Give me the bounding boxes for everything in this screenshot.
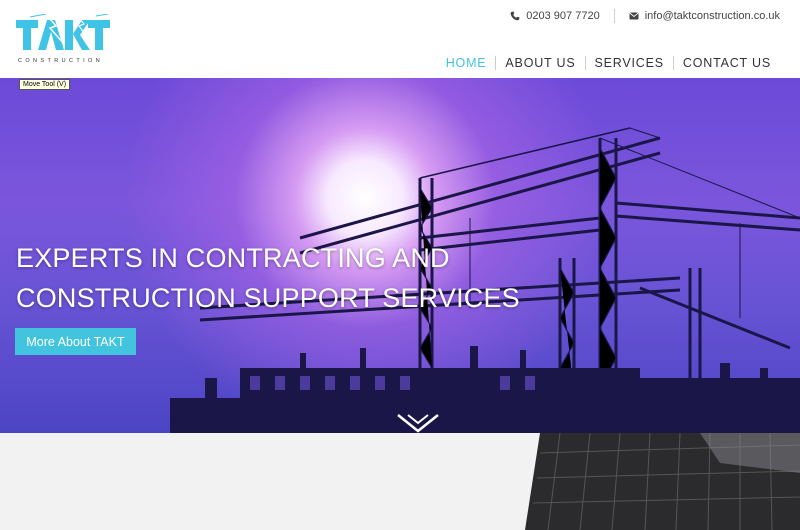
phone-number: 0203 907 7720: [526, 10, 600, 22]
main-nav: HOME ABOUT US SERVICES CONTACT US: [437, 56, 780, 70]
contact-bar: 0203 907 7720 info@taktconstruction.co.u…: [510, 9, 780, 23]
email-contact[interactable]: info@taktconstruction.co.uk: [629, 10, 780, 22]
hero-banner: EXPERTS IN CONTRACTING AND CONSTRUCTION …: [0, 78, 800, 433]
phone-contact[interactable]: 0203 907 7720: [510, 10, 600, 22]
hero-heading-line1: EXPERTS IN CONTRACTING AND: [16, 243, 450, 273]
more-about-takt-button[interactable]: More About TAKT: [15, 328, 136, 355]
nav-item-contact-us[interactable]: CONTACT US: [674, 56, 780, 70]
email-address: info@taktconstruction.co.uk: [644, 10, 780, 22]
hero-heading-line2: CONSTRUCTION SUPPORT SERVICES: [16, 283, 520, 313]
takt-logo[interactable]: CONSTRUCTION: [16, 14, 112, 70]
envelope-icon: [629, 12, 639, 20]
lower-section: [0, 433, 800, 530]
site-header: CONSTRUCTION 0203 907 7720 info@taktcons…: [0, 0, 800, 78]
move-tool-tooltip: Move Tool (V): [19, 79, 71, 90]
phone-icon: [510, 11, 520, 21]
contact-divider: [613, 9, 615, 23]
building-facade-image: [0, 433, 800, 530]
chevron-down-icon[interactable]: [396, 413, 440, 433]
logo-subtitle: CONSTRUCTION: [18, 58, 104, 64]
nav-item-services[interactable]: SERVICES: [586, 56, 673, 70]
nav-item-about-us[interactable]: ABOUT US: [496, 56, 584, 70]
nav-item-home[interactable]: HOME: [437, 56, 496, 70]
takt-logo-mark: [16, 14, 110, 50]
hero-heading: EXPERTS IN CONTRACTING AND CONSTRUCTION …: [16, 238, 520, 318]
